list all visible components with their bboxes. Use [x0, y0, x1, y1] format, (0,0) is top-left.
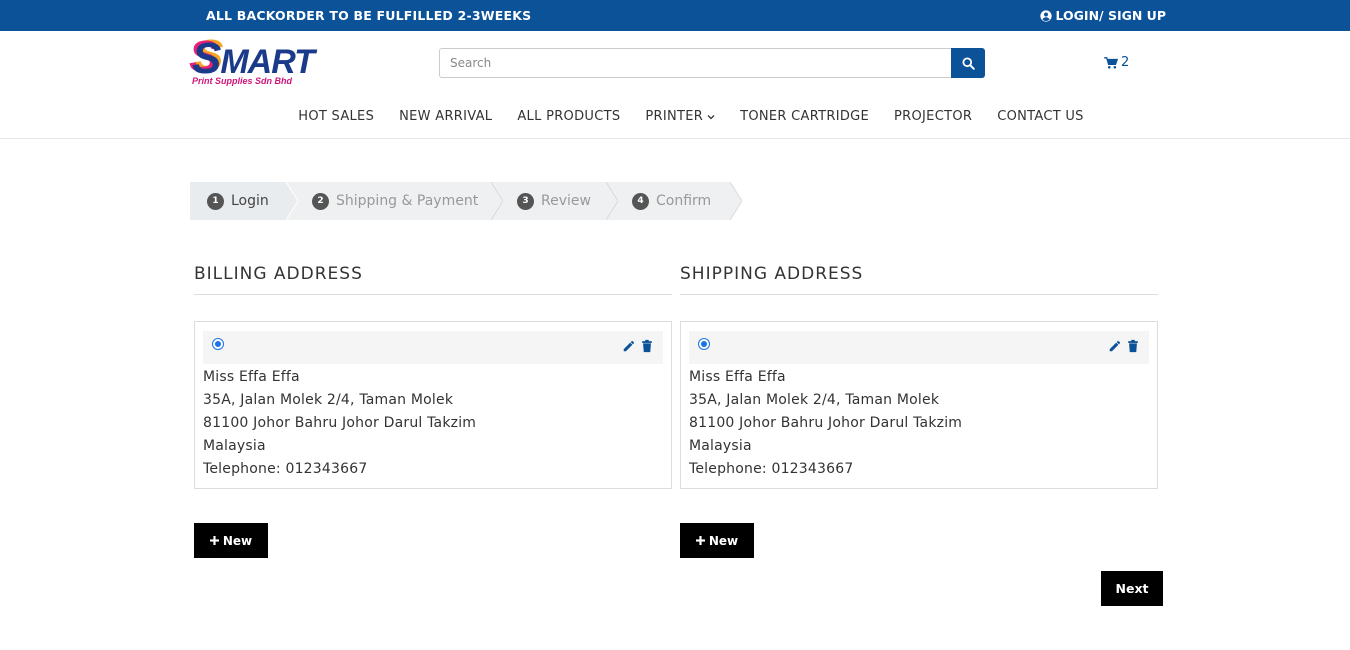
- address-telephone: Telephone: 012343667: [203, 461, 368, 477]
- nav-contact-us[interactable]: CONTACT US: [997, 109, 1084, 124]
- billing-title: BILLING ADDRESS: [194, 264, 672, 295]
- step-confirm[interactable]: 4 Confirm: [606, 182, 742, 220]
- step-label: Confirm: [656, 193, 712, 209]
- address-line2: 81100 Johor Bahru Johor Darul Takzim: [689, 415, 963, 431]
- address-line1: 35A, Jalan Molek 2/4, Taman Molek: [203, 392, 454, 408]
- site-header: SMART Print Supplies Sdn Bhd 2 HOT SALES…: [0, 31, 1350, 139]
- step-login[interactable]: 1 Login: [190, 182, 298, 220]
- shipping-address-radio[interactable]: [698, 338, 710, 350]
- step-label: Review: [541, 193, 591, 209]
- step-number: 2: [312, 192, 329, 210]
- address-card-header: [203, 331, 663, 364]
- nav-printer[interactable]: PRINTER: [645, 109, 715, 124]
- shipping-section: SHIPPING ADDRESS Miss Effa Effa 35A, Jal…: [680, 264, 1158, 558]
- shipping-address-text: Miss Effa Effa 35A, Jalan Molek 2/4, Tam…: [689, 366, 1149, 481]
- main-nav: HOT SALES NEW ARRIVAL ALL PRODUCTS PRINT…: [0, 109, 1350, 124]
- search-bar: [439, 48, 985, 78]
- step-arrow-icon: [730, 182, 742, 220]
- step-arrow-icon: [491, 182, 503, 220]
- logo-tagline: Print Supplies Sdn Bhd: [192, 76, 293, 86]
- nav-toner-cartridge[interactable]: TONER CARTRIDGE: [740, 109, 869, 124]
- plus-icon: [209, 536, 219, 545]
- address-name: Miss Effa Effa: [203, 369, 300, 385]
- nav-printer-label: PRINTER: [645, 109, 704, 124]
- new-shipping-address-button[interactable]: New: [680, 523, 754, 558]
- backorder-notice: ALL BACKORDER TO BE FULFILLED 2-3WEEKS: [206, 8, 532, 23]
- cart-icon: [1104, 56, 1118, 69]
- step-arrow-icon: [606, 182, 618, 220]
- step-number: 4: [632, 192, 649, 210]
- trash-icon[interactable]: [640, 338, 654, 353]
- edit-icon[interactable]: [1108, 338, 1122, 352]
- smart-logo[interactable]: SMART Print Supplies Sdn Bhd: [192, 37, 315, 89]
- step-number: 1: [207, 192, 224, 210]
- address-country: Malaysia: [203, 438, 266, 454]
- step-review[interactable]: 3 Review: [491, 182, 618, 220]
- address-card-header: [689, 331, 1149, 364]
- address-actions: [622, 338, 654, 353]
- new-button-label: New: [222, 533, 253, 548]
- billing-address-text: Miss Effa Effa 35A, Jalan Molek 2/4, Tam…: [203, 366, 663, 481]
- address-line2: 81100 Johor Bahru Johor Darul Takzim: [203, 415, 477, 431]
- step-label: Shipping & Payment: [336, 193, 479, 209]
- address-name: Miss Effa Effa: [689, 369, 786, 385]
- search-button[interactable]: [951, 48, 985, 78]
- user-circle-icon: [1039, 9, 1052, 22]
- step-number: 3: [517, 192, 534, 210]
- plus-icon: [695, 536, 705, 545]
- step-shipping-payment[interactable]: 2 Shipping & Payment: [286, 182, 503, 220]
- billing-address-card: Miss Effa Effa 35A, Jalan Molek 2/4, Tam…: [194, 321, 672, 489]
- cart-count: 2: [1121, 55, 1130, 70]
- nav-new-arrival[interactable]: NEW ARRIVAL: [399, 109, 492, 124]
- search-input[interactable]: [439, 48, 951, 78]
- announcement-bar: ALL BACKORDER TO BE FULFILLED 2-3WEEKS L…: [0, 0, 1350, 31]
- search-icon: [961, 56, 975, 70]
- trash-icon[interactable]: [1126, 338, 1140, 353]
- new-button-label: New: [708, 533, 739, 548]
- checkout-stepper: 1 Login 2 Shipping & Payment 3 Review 4 …: [190, 182, 742, 220]
- billing-address-radio[interactable]: [212, 338, 224, 350]
- nav-hot-sales[interactable]: HOT SALES: [298, 109, 374, 124]
- address-telephone: Telephone: 012343667: [689, 461, 854, 477]
- step-arrow-icon: [286, 182, 298, 220]
- billing-section: BILLING ADDRESS Miss Effa Effa 35A, Jala…: [194, 264, 672, 558]
- cart-link[interactable]: 2: [1104, 55, 1129, 70]
- new-billing-address-button[interactable]: New: [194, 523, 268, 558]
- edit-icon[interactable]: [622, 338, 636, 352]
- shipping-title: SHIPPING ADDRESS: [680, 264, 1158, 295]
- shipping-address-card: Miss Effa Effa 35A, Jalan Molek 2/4, Tam…: [680, 321, 1158, 489]
- chevron-down-icon: [707, 114, 715, 119]
- nav-projector[interactable]: PROJECTOR: [894, 109, 972, 124]
- login-signup-link[interactable]: LOGIN/ SIGN UP: [1039, 8, 1166, 23]
- address-line1: 35A, Jalan Molek 2/4, Taman Molek: [689, 392, 940, 408]
- address-actions: [1108, 338, 1140, 353]
- step-label: Login: [231, 193, 269, 209]
- address-country: Malaysia: [689, 438, 752, 454]
- login-signup-label: LOGIN/ SIGN UP: [1055, 8, 1166, 23]
- nav-all-products[interactable]: ALL PRODUCTS: [517, 109, 620, 124]
- next-button[interactable]: Next: [1101, 571, 1163, 606]
